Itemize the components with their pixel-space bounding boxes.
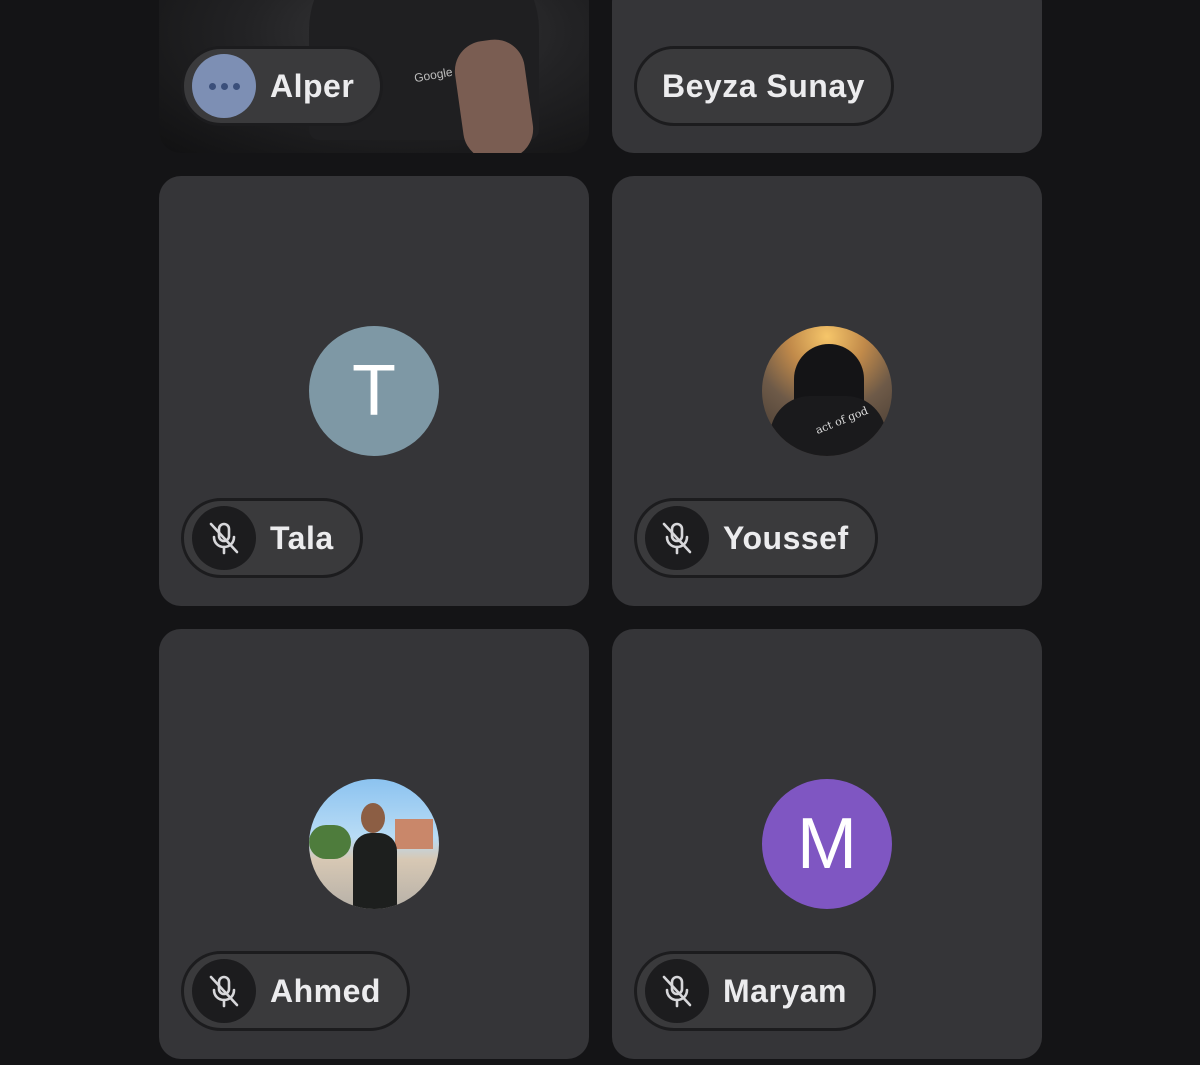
participant-name: Maryam <box>723 972 847 1009</box>
participant-avatar-initial: T <box>309 326 439 456</box>
participant-avatar-initial: M <box>762 779 892 909</box>
participant-tile-beyza-sunay[interactable]: Beyza Sunay <box>612 0 1042 153</box>
participant-name: Alper <box>270 67 355 104</box>
participant-name-pill[interactable]: Ahmed <box>181 951 410 1031</box>
participant-avatar-photo: act of god <box>762 326 892 456</box>
participant-tile-tala[interactable]: T Tala <box>159 176 589 606</box>
participant-avatar-photo <box>309 779 439 909</box>
participant-name-pill[interactable]: Maryam <box>634 951 876 1031</box>
participant-name: Beyza Sunay <box>662 67 865 104</box>
participant-tile-alper[interactable]: Google Alper <box>159 0 589 153</box>
participant-name-pill[interactable]: Alper <box>181 46 384 126</box>
participant-tile-youssef[interactable]: act of god Youssef <box>612 176 1042 606</box>
participant-name-pill[interactable]: Youssef <box>634 498 878 578</box>
mic-off-icon <box>645 959 709 1023</box>
more-horizontal-icon[interactable] <box>192 54 256 118</box>
participant-tile-ahmed[interactable]: Ahmed <box>159 629 589 1059</box>
participant-name-pill[interactable]: Beyza Sunay <box>634 46 894 126</box>
participant-name: Youssef <box>723 519 849 556</box>
participant-name: Ahmed <box>270 972 381 1009</box>
participant-grid: Google Alper Beyza Sunay T Tala act of g… <box>0 0 1200 1065</box>
mic-off-icon <box>192 506 256 570</box>
participant-name-pill[interactable]: Tala <box>181 498 363 578</box>
participant-tile-maryam[interactable]: M Maryam <box>612 629 1042 1059</box>
participant-name: Tala <box>270 519 334 556</box>
mic-off-icon <box>192 959 256 1023</box>
mic-off-icon <box>645 506 709 570</box>
